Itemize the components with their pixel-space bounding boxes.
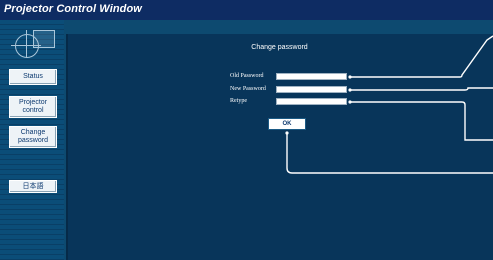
old-password-label: Old Password [230,73,264,79]
title-bar: Projector Control Window [0,0,493,20]
change-password-label-line2: password [18,137,48,144]
retype-password-label: Retype [230,98,247,104]
japanese-language-button[interactable]: 日本語 [9,180,57,193]
retype-password-input[interactable] [276,98,347,105]
projector-control-label-line1: Projector [18,99,47,106]
window-title: Projector Control Window [4,3,142,15]
projector-control-window: Projector Control Window Status Projecto… [0,0,493,260]
new-password-input[interactable] [276,86,347,93]
change-password-button[interactable]: Change password [9,126,57,148]
main-panel [66,34,493,260]
old-password-input[interactable] [276,73,347,80]
ok-button[interactable]: OK [268,118,306,130]
page-title: Change password [251,44,308,51]
projector-control-label-line2: control [22,107,44,114]
new-password-label: New Password [230,86,266,92]
status-button-label: Status [23,73,43,80]
status-button[interactable]: Status [9,69,57,85]
projector-logo-icon [11,28,55,58]
japanese-language-label: 日本語 [22,182,44,190]
projector-control-button[interactable]: Projector control [9,96,57,118]
change-password-label-line1: Change [20,129,46,136]
